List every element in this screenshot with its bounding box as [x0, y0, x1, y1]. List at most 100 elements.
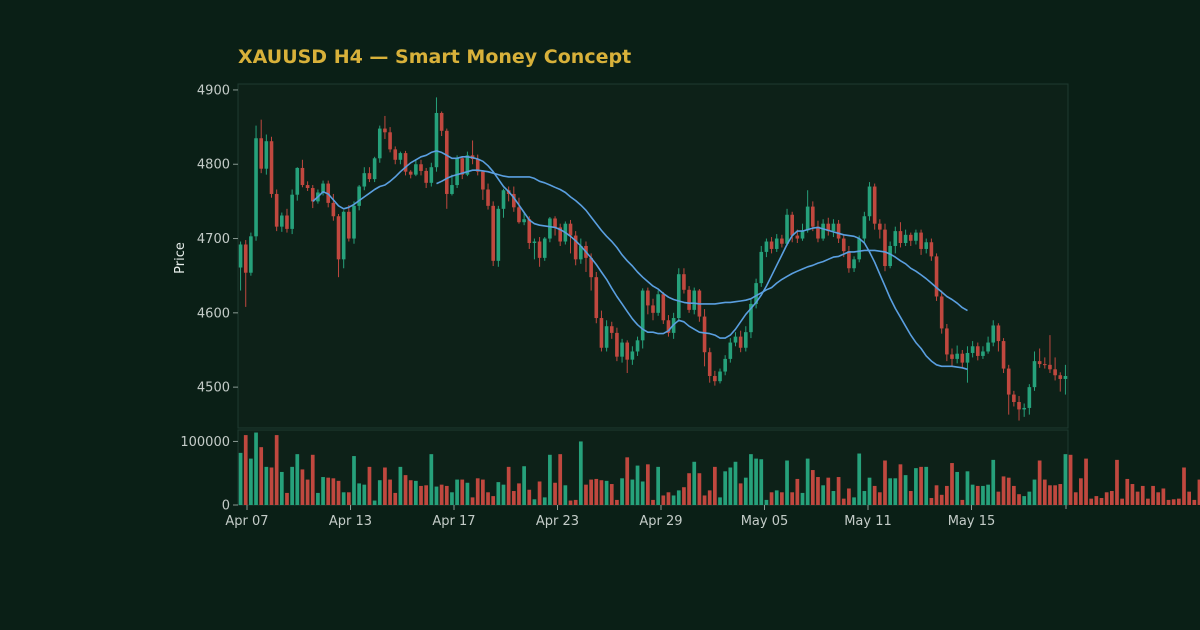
volume-bar [584, 484, 588, 505]
candle-body [630, 351, 635, 360]
volume-bar [867, 477, 872, 505]
volume-bar [1048, 485, 1052, 505]
volume-bar [336, 480, 341, 505]
chart-stage: XAUUSD H4 — Smart Money Concept 4500 4600… [0, 0, 1200, 630]
candle-body [429, 167, 434, 183]
candle-body [285, 215, 289, 229]
candle-body [352, 205, 356, 239]
date-tick-label: Apr 07 [225, 514, 268, 529]
candle-body [486, 189, 490, 206]
candle-body [924, 242, 929, 249]
candle-body [398, 153, 403, 160]
volume-bar [352, 456, 356, 505]
volume-bar [836, 477, 841, 505]
candle-body [264, 141, 269, 169]
volume-bar [893, 478, 898, 505]
volume-bar [558, 454, 563, 505]
candle-body [367, 173, 372, 180]
volume-bar [1068, 454, 1073, 505]
volume-bar [486, 492, 490, 505]
candle-body [759, 251, 764, 284]
candle-body [857, 238, 862, 260]
volume-bar [1166, 499, 1171, 505]
candle [455, 155, 459, 189]
price-tick-label: 4500 [197, 381, 230, 396]
volume-bar [950, 463, 954, 505]
volume-bar [816, 477, 820, 505]
candle-body [388, 132, 392, 150]
volume-bar [434, 486, 439, 505]
candle-body [811, 206, 815, 227]
volume-bar [1084, 458, 1088, 505]
candle-body [950, 354, 954, 359]
volume-bar [898, 464, 903, 505]
candle-body [852, 259, 856, 269]
volume-bar [733, 461, 738, 505]
volume-bar [857, 453, 862, 505]
candle-body [960, 353, 965, 363]
volume-bar [398, 466, 403, 505]
candle-body [434, 112, 439, 168]
candle [640, 288, 645, 349]
volume-bar [965, 471, 970, 505]
candle-body [1006, 368, 1011, 395]
volume-bar [759, 459, 764, 505]
candle-body [568, 223, 573, 236]
candle-body [903, 234, 908, 243]
volume-bar [460, 479, 465, 505]
candle-body [661, 294, 666, 321]
volume-bar [630, 479, 635, 505]
volume-bar [1171, 499, 1176, 505]
volume-bar [666, 492, 671, 505]
volume-bar [511, 491, 516, 505]
volume-bar [991, 459, 996, 505]
candle-body [893, 231, 898, 246]
volume-bar [651, 499, 655, 505]
volume-bar [383, 467, 387, 505]
volume-bar [1125, 478, 1130, 505]
candle-body [274, 193, 279, 227]
candle-body [393, 149, 398, 160]
volume-bar [1001, 476, 1006, 505]
volume-bar [749, 454, 753, 505]
volume-bar [1058, 484, 1063, 505]
candle-body [439, 112, 444, 131]
volume-bar [774, 490, 779, 505]
candle-body [290, 194, 294, 229]
volume-bar [568, 500, 573, 505]
candle [372, 156, 377, 183]
candle-body [728, 342, 733, 359]
volume-bar [532, 499, 537, 505]
volume-bar [414, 480, 418, 505]
volume-bar [553, 482, 557, 505]
volume-bar [676, 490, 681, 505]
volume-bar [254, 432, 258, 505]
volume-bar [341, 492, 346, 505]
volume-bar [671, 495, 676, 505]
candle-body [847, 251, 851, 269]
candle-body [780, 238, 784, 244]
volume-bar [259, 447, 264, 505]
volume-bar [883, 460, 887, 505]
volume-bar [444, 485, 449, 505]
date-tick-label: May 11 [844, 514, 892, 529]
volume-bar [615, 499, 619, 505]
volume-bar [285, 492, 289, 505]
volume-bar [1109, 491, 1114, 505]
candle-body [491, 205, 495, 261]
candle-body [929, 242, 934, 257]
candle-body [841, 238, 846, 252]
candle-body [795, 235, 800, 239]
candle-body [455, 158, 459, 186]
volume-bar [548, 454, 552, 505]
volume-bar [1089, 498, 1094, 505]
volume-bar [800, 492, 805, 505]
candle-body [676, 274, 681, 319]
candle-body [996, 325, 1001, 342]
volume-bar [470, 497, 475, 505]
candle-body [965, 352, 970, 363]
volume-bar [1161, 488, 1166, 505]
candle-body [300, 167, 305, 186]
volume-bar [331, 478, 336, 505]
volume-bar [924, 466, 929, 505]
